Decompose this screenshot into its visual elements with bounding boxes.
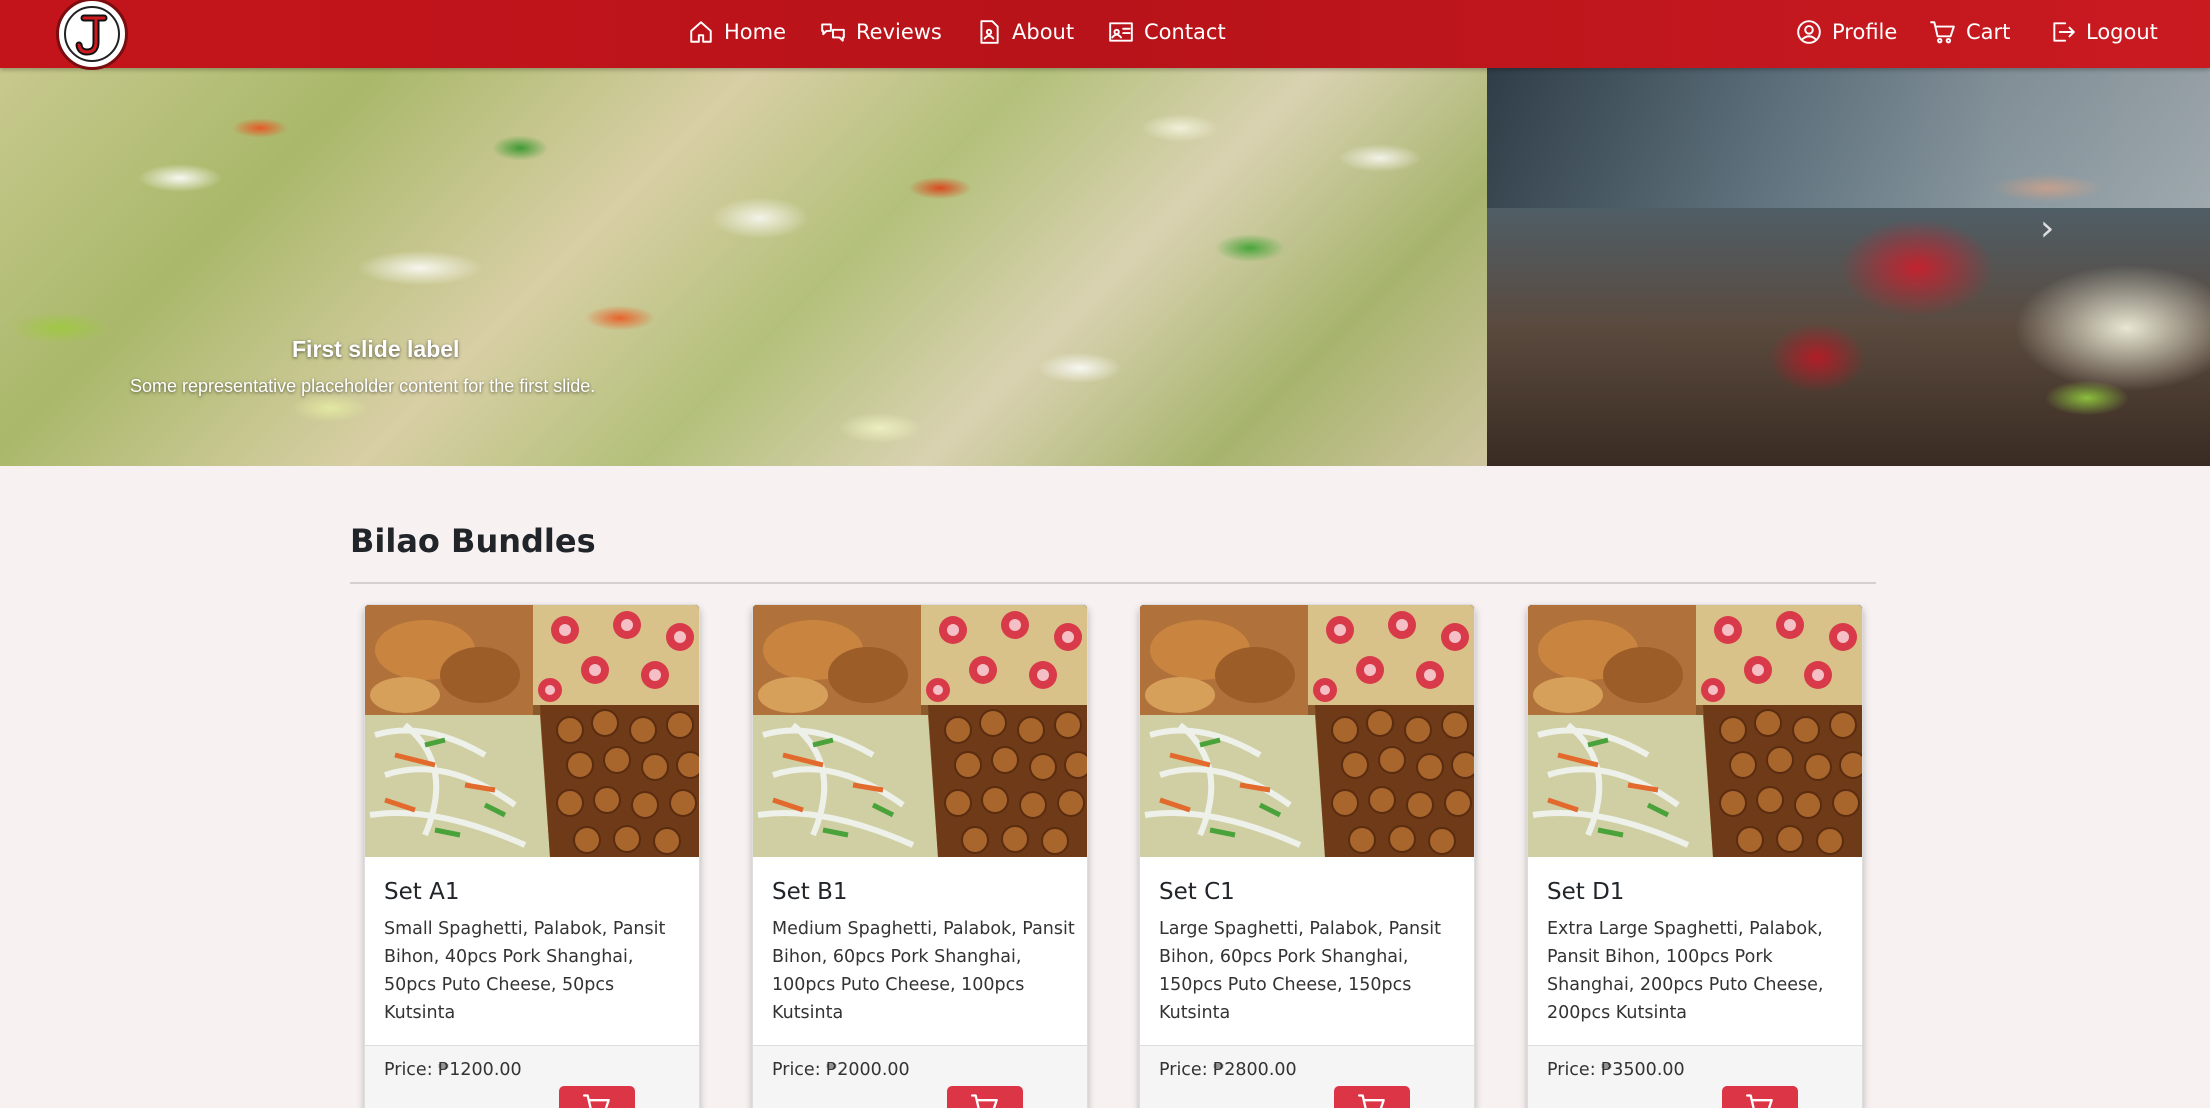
logo-j-icon xyxy=(64,6,120,62)
profile-icon xyxy=(1797,20,1821,44)
product-title: Set C1 xyxy=(1159,879,1235,905)
nav-cart-label: Cart xyxy=(1966,20,2011,44)
bilao-platter-image xyxy=(753,605,1087,857)
contact-icon xyxy=(1109,22,1133,42)
product-title: Set D1 xyxy=(1547,879,1625,905)
about-icon xyxy=(980,20,999,44)
cart-icon xyxy=(1930,21,1955,44)
nav-logout-label: Logout xyxy=(2086,20,2158,44)
add-to-cart-icon xyxy=(1358,1094,1385,1108)
nav-home[interactable]: Home xyxy=(688,0,786,64)
product-title: Set B1 xyxy=(772,879,848,905)
home-icon xyxy=(690,21,712,43)
nav-reviews-label: Reviews xyxy=(856,20,942,44)
bilao-platter-image xyxy=(1140,605,1474,857)
add-to-cart-button[interactable] xyxy=(947,1086,1023,1108)
product-price: Price: ₱2800.00 xyxy=(1159,1060,1297,1080)
product-title: Set A1 xyxy=(384,879,460,905)
product-footer: Price: ₱1200.00 xyxy=(365,1045,699,1108)
product-image[interactable] xyxy=(753,605,1087,857)
logout-icon xyxy=(2053,22,2075,42)
nav-cart[interactable]: Cart xyxy=(1930,0,2010,64)
carousel-slide-image xyxy=(0,68,1487,466)
nav-about[interactable]: About xyxy=(976,0,1074,64)
carousel-slide-next-image xyxy=(1487,68,2210,466)
product-description: Medium Spaghetti, Palabok, Pansit Bihon,… xyxy=(772,919,1075,1023)
add-to-cart-icon xyxy=(583,1094,610,1108)
nav-about-label: About xyxy=(1012,20,1075,44)
product-description: Extra Large Spaghetti, Palabok, Pansit B… xyxy=(1547,919,1824,1023)
product-footer: Price: ₱3500.00 xyxy=(1528,1045,1862,1108)
add-to-cart-button[interactable] xyxy=(1722,1086,1798,1108)
reviews-icon xyxy=(821,23,845,42)
add-to-cart-button[interactable] xyxy=(559,1086,635,1108)
product-card: Set C1 Large Spaghetti, Palabok, Pansit … xyxy=(1139,604,1475,1108)
product-description: Large Spaghetti, Palabok, Pansit Bihon, … xyxy=(1159,919,1441,1023)
add-to-cart-icon xyxy=(1746,1094,1773,1108)
product-card: Set D1 Extra Large Spaghetti, Palabok, P… xyxy=(1527,604,1863,1108)
nav-profile[interactable]: Profile xyxy=(1796,0,1897,64)
product-price: Price: ₱2000.00 xyxy=(772,1060,910,1080)
product-image[interactable] xyxy=(1528,605,1862,857)
section-divider xyxy=(350,582,1876,584)
bilao-platter-image xyxy=(1528,605,1862,857)
section-title: Bilao Bundles xyxy=(350,522,596,560)
product-price: Price: ₱3500.00 xyxy=(1547,1060,1685,1080)
product-footer: Price: ₱2800.00 xyxy=(1140,1045,1474,1108)
product-card: Set A1 Small Spaghetti, Palabok, Pansit … xyxy=(364,604,700,1108)
carousel-caption-title: First slide label xyxy=(292,336,460,362)
brand-logo[interactable] xyxy=(56,0,128,70)
bilao-platter-image xyxy=(365,605,699,857)
add-to-cart-button[interactable] xyxy=(1334,1086,1410,1108)
nav-contact[interactable]: Contact xyxy=(1108,0,1226,64)
product-card: Set B1 Medium Spaghetti, Palabok, Pansit… xyxy=(752,604,1088,1108)
add-to-cart-icon xyxy=(971,1094,998,1108)
nav-reviews[interactable]: Reviews xyxy=(820,0,942,64)
nav-profile-label: Profile xyxy=(1832,20,1898,44)
product-price: Price: ₱1200.00 xyxy=(384,1060,522,1080)
carousel-caption-text: Some representative placeholder content … xyxy=(130,376,596,396)
nav-contact-label: Contact xyxy=(1144,20,1226,44)
hero-carousel[interactable]: First slide label Some representative pl… xyxy=(0,68,2210,466)
nav-logout[interactable]: Logout xyxy=(2050,0,2158,64)
product-footer: Price: ₱2000.00 xyxy=(753,1045,1087,1108)
product-description: Small Spaghetti, Palabok, Pansit Bihon, … xyxy=(384,919,666,1023)
nav-home-label: Home xyxy=(724,20,787,44)
carousel-next-icon[interactable]: › xyxy=(2040,208,2080,258)
product-image[interactable] xyxy=(1140,605,1474,857)
navbar: Home Reviews About Contact Profile Cart … xyxy=(0,0,2210,70)
product-image[interactable] xyxy=(365,605,699,857)
